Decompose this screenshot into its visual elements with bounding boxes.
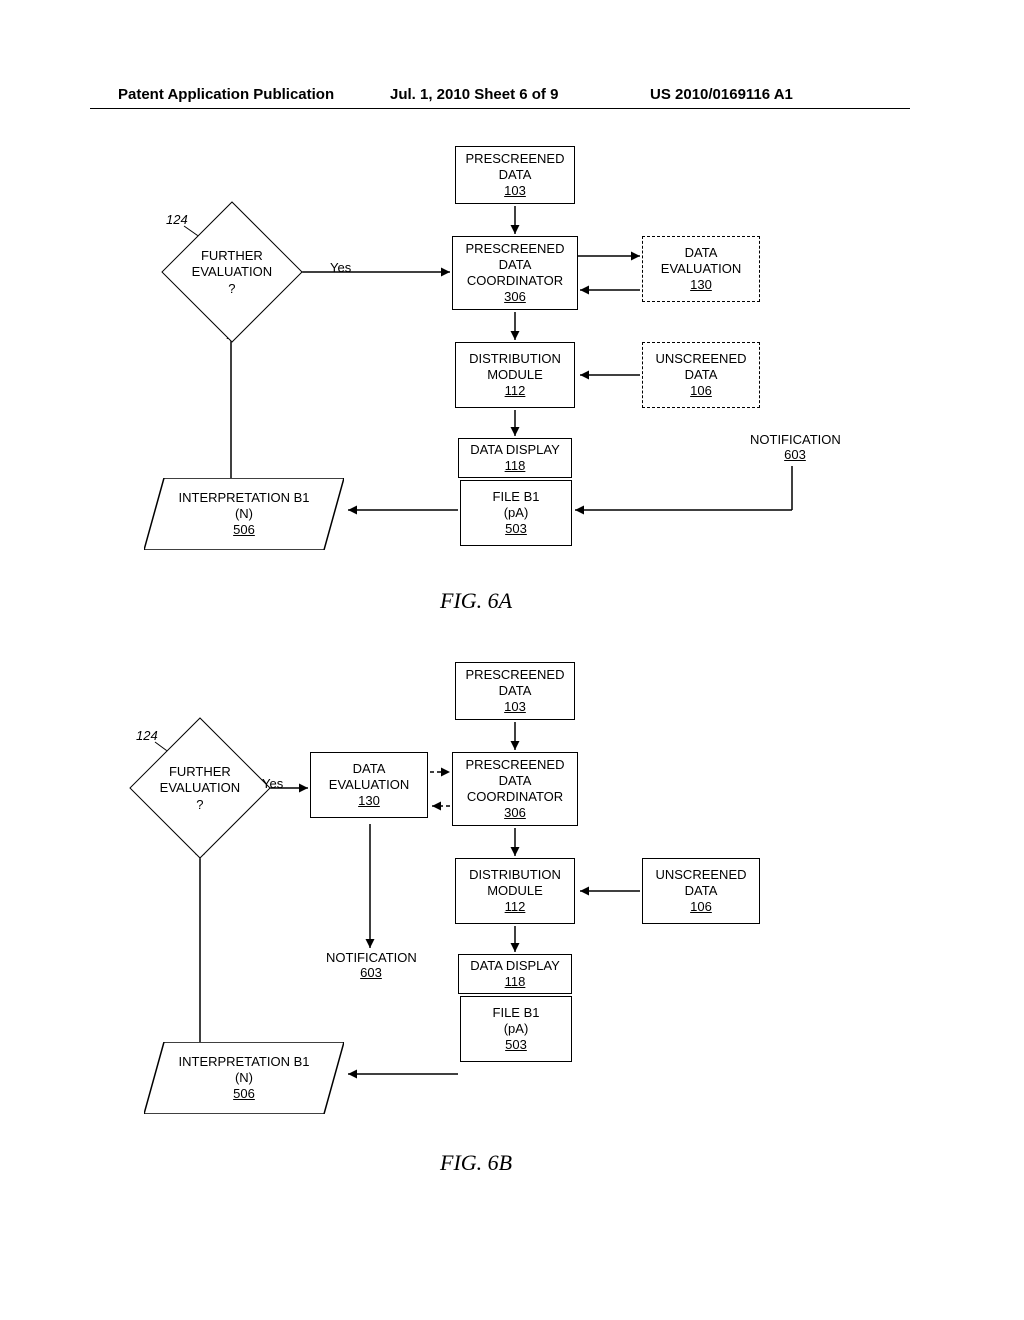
label: DATA [647, 367, 755, 383]
label: COORDINATOR [457, 273, 573, 289]
ref: 112 [460, 383, 570, 399]
label: EVALUATION [315, 777, 423, 793]
fig6b-data-display: DATA DISPLAY 118 [458, 954, 572, 994]
label: (N) [235, 506, 253, 522]
ref: 118 [463, 458, 567, 474]
fig6a-ref124: 124 [166, 212, 188, 227]
label: EVALUATION [192, 264, 272, 279]
label: (pA) [504, 1021, 529, 1037]
label: UNSCREENED [647, 867, 755, 883]
label: FURTHER [169, 764, 231, 779]
label: EVALUATION [647, 261, 755, 277]
label: DISTRIBUTION [460, 867, 570, 883]
label: COORDINATOR [457, 789, 573, 805]
label: DATA [647, 245, 755, 261]
label: DATA [457, 773, 573, 789]
fig6b-unscreened-data: UNSCREENED DATA 106 [642, 858, 760, 924]
label: FILE B1 [493, 489, 540, 505]
ref: 503 [505, 521, 527, 537]
fig6a-notification: NOTIFICATION 603 [750, 432, 840, 462]
label: (N) [235, 1070, 253, 1086]
fig6a-file: FILE B1 (pA) 503 [460, 480, 572, 546]
ref: 106 [647, 383, 755, 399]
fig6b-distribution-module: DISTRIBUTION MODULE 112 [455, 858, 575, 924]
fig6a-prescreened-data: PRESCREENED DATA 103 [455, 146, 575, 204]
ref: 103 [460, 699, 570, 715]
ref: 130 [647, 277, 755, 293]
label: MODULE [460, 367, 570, 383]
label: (pA) [504, 505, 529, 521]
header-mid: Jul. 1, 2010 Sheet 6 of 9 [390, 86, 558, 103]
label: DATA DISPLAY [463, 958, 567, 974]
label: FILE B1 [493, 1005, 540, 1021]
label: DATA [460, 167, 570, 183]
ref: 306 [457, 805, 573, 821]
fig6b-yes: Yes [262, 776, 283, 791]
fig6a-data-evaluation: DATA EVALUATION 130 [642, 236, 760, 302]
ref: 112 [460, 899, 570, 915]
label: FURTHER [201, 248, 263, 263]
label: DATA [647, 883, 755, 899]
label: INTERPRETATION B1 [179, 1054, 310, 1070]
label: EVALUATION [160, 780, 240, 795]
ref: 106 [647, 899, 755, 915]
label: DATA [460, 683, 570, 699]
label: DATA [315, 761, 423, 777]
ref: 130 [315, 793, 423, 809]
label: PRESCREENED [460, 667, 570, 683]
fig6a-data-display: DATA DISPLAY 118 [458, 438, 572, 478]
fig6a-yes: Yes [330, 260, 351, 275]
fig6b-prescreened-data: PRESCREENED DATA 103 [455, 662, 575, 720]
fig6b-caption: FIG. 6B [440, 1150, 512, 1176]
fig6b-notification: NOTIFICATION 603 [326, 950, 416, 980]
patent-page: Patent Application Publication Jul. 1, 2… [0, 0, 1024, 1320]
label: ? [228, 280, 235, 295]
label: DISTRIBUTION [460, 351, 570, 367]
label: UNSCREENED [647, 351, 755, 367]
ref: 603 [360, 965, 382, 980]
ref: 503 [505, 1037, 527, 1053]
label: DATA DISPLAY [463, 442, 567, 458]
ref: 506 [233, 522, 255, 538]
fig6b-data-evaluation: DATA EVALUATION 130 [310, 752, 428, 818]
label: DATA [457, 257, 573, 273]
fig6a-interpretation: INTERPRETATION B1 (N) 506 [144, 478, 344, 550]
header-rule [90, 108, 910, 109]
label: PRESCREENED [457, 757, 573, 773]
fig6a-coordinator: PRESCREENED DATA COORDINATOR 306 [452, 236, 578, 310]
fig6a-unscreened-data: UNSCREENED DATA 106 [642, 342, 760, 408]
label: MODULE [460, 883, 570, 899]
ref: 506 [233, 1086, 255, 1102]
ref: 306 [457, 289, 573, 305]
label: NOTIFICATION [326, 950, 417, 965]
fig6b-coordinator: PRESCREENED DATA COORDINATOR 306 [452, 752, 578, 826]
header-right: US 2010/0169116 A1 [650, 86, 793, 103]
label: NOTIFICATION [750, 432, 841, 447]
label: INTERPRETATION B1 [179, 490, 310, 506]
fig6b-ref124: 124 [136, 728, 158, 743]
ref: 103 [460, 183, 570, 199]
label: PRESCREENED [457, 241, 573, 257]
label: PRESCREENED [460, 151, 570, 167]
ref: 603 [784, 447, 806, 462]
fig6b-file: FILE B1 (pA) 503 [460, 996, 572, 1062]
label: ? [196, 796, 203, 811]
fig6b-interpretation: INTERPRETATION B1 (N) 506 [144, 1042, 344, 1114]
header-left: Patent Application Publication [118, 86, 334, 103]
fig6a-distribution-module: DISTRIBUTION MODULE 112 [455, 342, 575, 408]
fig6a-caption: FIG. 6A [440, 588, 512, 614]
ref: 118 [463, 974, 567, 990]
